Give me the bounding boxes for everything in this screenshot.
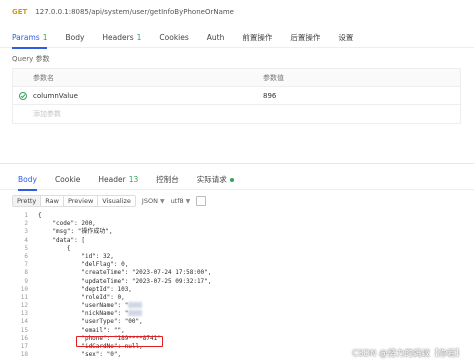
phone-highlight-box (76, 336, 163, 347)
http-method[interactable]: GET (12, 8, 27, 16)
tab-response-header[interactable]: Header 13 (98, 170, 138, 190)
add-param-placeholder[interactable]: 添加参数 (13, 109, 263, 119)
tab-settings[interactable]: 设置 (338, 28, 353, 48)
url-bar[interactable]: GET 127.0.0.1:8085/api/system/user/getIn… (0, 0, 474, 24)
tab-pre-script[interactable]: 前置操作 (242, 28, 272, 48)
code-line: 15 "email": "", (20, 326, 125, 334)
view-mode-switch: Pretty Raw Preview Visualize (12, 195, 136, 207)
tab-body[interactable]: Body (65, 28, 84, 48)
code-line: 12 "userName": " (8, 302, 468, 310)
chevron-down-icon: ▼ (185, 197, 191, 205)
request-url[interactable]: 127.0.0.1:8085/api/system/user/getInfoBy… (35, 8, 234, 16)
response-toolbar: Pretty Raw Preview Visualize JSON ▼ utf8 ▼ (12, 194, 207, 208)
code-line: 10 "deptId": 103, (20, 285, 132, 293)
param-row[interactable]: columnValue 896 (13, 87, 460, 105)
redacted-value (128, 302, 143, 309)
params-table: 参数名 参数值 columnValue 896 添加参数 (12, 68, 461, 124)
check-icon (20, 93, 26, 98)
tab-response-body[interactable]: Body (18, 170, 37, 191)
code-line: 3 "msg": "操作成功", (24, 228, 113, 236)
request-tabs: Params 1 Body Headers 1 Cookies Auth 前置操作 … (0, 28, 474, 49)
tab-post-script[interactable]: 后置操作 (290, 28, 320, 48)
encoding-select[interactable]: utf8 ▼ (171, 197, 191, 205)
code-line: 6 "id": 32, (24, 252, 114, 260)
response-tabs: Body Cookie Header 13 控制台 实际请求 (0, 170, 474, 191)
param-name[interactable]: columnValue (33, 92, 78, 100)
redacted-value (128, 310, 143, 317)
mode-visualize[interactable]: Visualize (98, 196, 135, 206)
mode-pretty[interactable]: Pretty (13, 196, 42, 206)
param-value-header: 参数值 (263, 73, 284, 82)
chevron-down-icon: ▼ (159, 197, 165, 205)
param-name-header: 参数名 (33, 73, 54, 82)
code-line: 4 "data": [ (24, 236, 85, 244)
code-line: 7 "delFlag": 0, (24, 261, 129, 269)
code-line: 14 "userType": "00", (20, 318, 143, 326)
tab-cookies[interactable]: Cookies (159, 28, 188, 48)
param-enabled-checkbox[interactable] (19, 91, 27, 100)
query-params-label: Query 参数 (12, 55, 50, 63)
copy-icon[interactable] (196, 196, 207, 206)
tab-response-cookie[interactable]: Cookie (55, 170, 80, 190)
add-param-row[interactable]: 添加参数 (13, 105, 460, 123)
tab-console[interactable]: 控制台 (156, 170, 179, 190)
code-line: 11 "roleId": 0, (20, 293, 125, 301)
panel-divider[interactable] (0, 163, 474, 164)
params-header-row: 参数名 参数值 (13, 69, 460, 87)
tab-headers[interactable]: Headers 1 (102, 28, 141, 48)
tab-params[interactable]: Params 1 (12, 28, 48, 49)
param-value[interactable]: 896 (263, 92, 460, 100)
mode-raw[interactable]: Raw (41, 196, 64, 206)
tab-auth[interactable]: Auth (207, 28, 225, 48)
code-line: 8 "createTime": "2023-07-24 17:58:00", (24, 269, 212, 277)
code-line: 13 "nickName": " (8, 310, 468, 318)
code-line: 5 { (24, 244, 71, 252)
tab-actual-request[interactable]: 实际请求 (197, 170, 234, 190)
code-line: 1{ (24, 212, 42, 219)
watermark: CSDN @努力的蚂蚁【你若】 (352, 349, 464, 359)
status-dot-icon (229, 177, 234, 182)
format-select[interactable]: JSON ▼ (142, 197, 165, 205)
code-line: 9 "updateTime": "2023-07-25 09:32:17", (24, 277, 212, 285)
mode-preview[interactable]: Preview (64, 196, 99, 206)
